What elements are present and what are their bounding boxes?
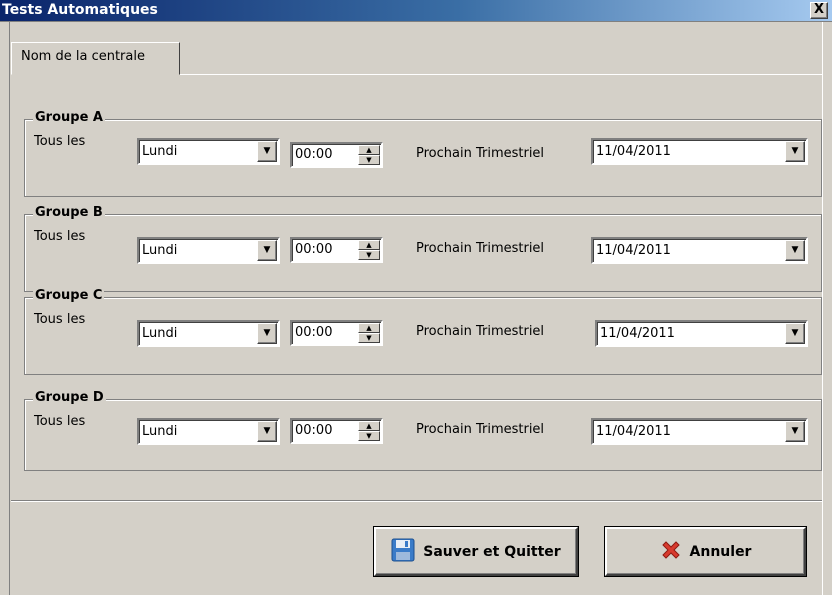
close-button[interactable]: X <box>810 2 828 19</box>
day-value: Lundi <box>142 144 178 159</box>
time-spinner[interactable]: 00:00 ▲ ▼ <box>290 142 383 168</box>
window-title: Tests Automatiques <box>2 2 158 18</box>
save-and-quit-label: Sauver et Quitter <box>423 543 561 560</box>
group-c: Groupe C Tous les Lundi ▼ 00:00 ▲ ▼ Proc… <box>24 288 822 375</box>
cancel-button[interactable]: Annuler <box>605 527 806 576</box>
time-value: 00:00 <box>295 147 333 162</box>
date-value: 11/04/2011 <box>596 144 671 159</box>
footer-separator <box>11 500 822 502</box>
spin-down-icon[interactable]: ▼ <box>358 431 380 441</box>
chevron-down-icon[interactable]: ▼ <box>257 323 277 344</box>
prochain-trimestriel-label: Prochain Trimestriel <box>416 324 545 339</box>
day-select[interactable]: Lundi ▼ <box>137 237 280 264</box>
save-and-quit-button[interactable]: Sauver et Quitter <box>374 527 578 576</box>
chevron-down-icon[interactable]: ▼ <box>257 421 277 442</box>
day-select[interactable]: Lundi ▼ <box>137 418 280 445</box>
spin-buttons[interactable]: ▲ ▼ <box>358 145 380 165</box>
chevron-down-icon[interactable]: ▼ <box>257 240 277 261</box>
group-title: Groupe D <box>33 390 106 405</box>
day-select[interactable]: Lundi ▼ <box>137 138 280 165</box>
spin-down-icon[interactable]: ▼ <box>358 333 380 343</box>
time-spinner[interactable]: 00:00 ▲ ▼ <box>290 320 383 346</box>
chevron-down-icon[interactable]: ▼ <box>785 240 805 261</box>
spin-up-icon[interactable]: ▲ <box>358 145 380 155</box>
title-bar: Tests Automatiques X <box>0 0 832 22</box>
group-title: Groupe C <box>33 288 105 303</box>
date-picker[interactable]: 11/04/2011 ▼ <box>591 418 808 445</box>
window-frame-left <box>0 22 10 595</box>
group-a: Groupe A Tous les Lundi ▼ 00:00 ▲ ▼ Proc… <box>24 110 822 197</box>
close-icon: X <box>813 2 825 17</box>
date-picker[interactable]: 11/04/2011 ▼ <box>591 138 808 165</box>
spin-buttons[interactable]: ▲ ▼ <box>358 240 380 260</box>
tous-les-label: Tous les <box>34 312 86 327</box>
date-value: 11/04/2011 <box>600 326 675 341</box>
day-value: Lundi <box>142 326 178 341</box>
time-spinner[interactable]: 00:00 ▲ ▼ <box>290 418 383 444</box>
date-picker[interactable]: 11/04/2011 ▼ <box>595 320 808 347</box>
time-spinner[interactable]: 00:00 ▲ ▼ <box>290 237 383 263</box>
day-value: Lundi <box>142 424 178 439</box>
spin-buttons[interactable]: ▲ ▼ <box>358 421 380 441</box>
group-title: Groupe A <box>33 110 105 125</box>
date-value: 11/04/2011 <box>596 243 671 258</box>
tab-label: Nom de la centrale <box>21 49 145 64</box>
group-b: Groupe B Tous les Lundi ▼ 00:00 ▲ ▼ Proc… <box>24 205 822 292</box>
chevron-down-icon[interactable]: ▼ <box>785 323 805 344</box>
day-select[interactable]: Lundi ▼ <box>137 320 280 347</box>
group-title: Groupe B <box>33 205 105 220</box>
prochain-trimestriel-label: Prochain Trimestriel <box>416 241 545 256</box>
time-value: 00:00 <box>295 423 333 438</box>
chevron-down-icon[interactable]: ▼ <box>785 421 805 442</box>
window-frame-right <box>822 22 832 595</box>
chevron-down-icon[interactable]: ▼ <box>785 141 805 162</box>
tous-les-label: Tous les <box>34 134 86 149</box>
spin-down-icon[interactable]: ▼ <box>358 250 380 260</box>
floppy-disk-icon <box>391 538 415 566</box>
group-d: Groupe D Tous les Lundi ▼ 00:00 ▲ ▼ Proc… <box>24 390 822 471</box>
spin-up-icon[interactable]: ▲ <box>358 240 380 250</box>
spin-down-icon[interactable]: ▼ <box>358 155 380 165</box>
date-value: 11/04/2011 <box>596 424 671 439</box>
prochain-trimestriel-label: Prochain Trimestriel <box>416 146 545 161</box>
time-value: 00:00 <box>295 242 333 257</box>
tous-les-label: Tous les <box>34 229 86 244</box>
spin-up-icon[interactable]: ▲ <box>358 323 380 333</box>
spin-up-icon[interactable]: ▲ <box>358 421 380 431</box>
red-x-icon <box>660 539 682 565</box>
cancel-label: Annuler <box>689 543 752 560</box>
date-picker[interactable]: 11/04/2011 ▼ <box>591 237 808 264</box>
tous-les-label: Tous les <box>34 414 86 429</box>
time-value: 00:00 <box>295 325 333 340</box>
tab-nom-de-la-centrale[interactable]: Nom de la centrale <box>11 42 180 75</box>
spin-buttons[interactable]: ▲ ▼ <box>358 323 380 343</box>
day-value: Lundi <box>142 243 178 258</box>
chevron-down-icon[interactable]: ▼ <box>257 141 277 162</box>
prochain-trimestriel-label: Prochain Trimestriel <box>416 422 545 437</box>
